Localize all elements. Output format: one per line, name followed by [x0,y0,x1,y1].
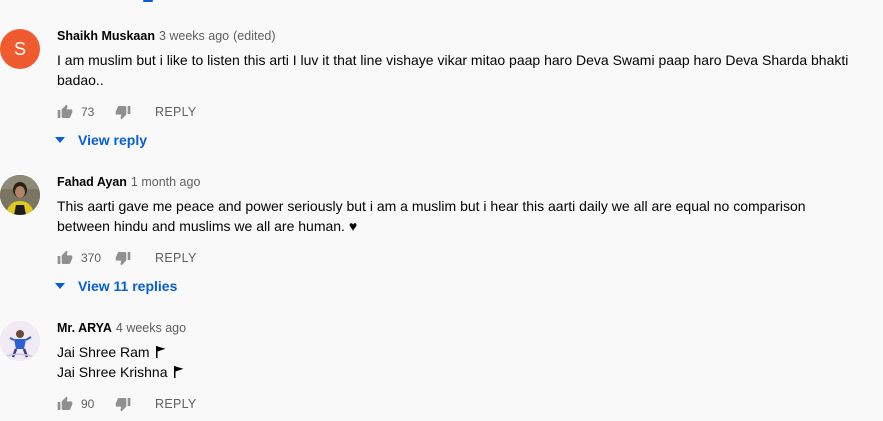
like-count: 90 [81,397,95,411]
comment-author[interactable]: Mr. ARYA [57,321,112,335]
comment-text-line: between hindu and muslims we all are hum… [57,218,358,234]
avatar[interactable] [0,175,40,215]
thumbs-down-icon[interactable] [115,396,131,412]
view-replies-button[interactable]: View reply [55,128,147,152]
comment-text-segment: Jai Shree Krishna [57,364,168,380]
comment-header: Mr. ARYA 4 weeks ago [57,321,877,339]
comment-header: Shaikh Muskaan 3 weeks ago (edited) [57,29,877,47]
caret-down-icon [55,281,65,291]
thumbs-up-icon[interactable] [57,396,73,412]
comment-text-line: I am muslim but i like to listen this ar… [57,52,849,68]
comment-time[interactable]: 4 weeks ago [116,321,186,335]
comment-body: Mr. ARYA 4 weeks ago Jai Shree Ram Jai S… [57,321,877,412]
flag-icon [155,346,166,358]
comment-text-line: This aarti gave me peace and power serio… [57,198,806,214]
reply-button[interactable]: REPLY [155,397,197,411]
comment-time[interactable]: 3 weeks ago [159,29,229,43]
comment-author[interactable]: Fahad Ayan [57,175,127,189]
comment-body: Shaikh Muskaan 3 weeks ago (edited) I am… [55,29,877,148]
caret-down-icon [55,135,65,145]
comment-text: Jai Shree Ram Jai Shree Krishna [57,342,872,382]
comment-time[interactable]: 1 month ago [131,175,201,189]
comment-header: Fahad Ayan 1 month ago [57,175,877,193]
comment-text-line: Jai Shree Krishna [57,362,872,382]
view-replies-label: View 11 replies [78,278,178,294]
comment-text: This aarti gave me peace and power serio… [57,196,872,236]
avatar-letter: S [13,38,26,59]
avatar[interactable]: S [0,29,40,69]
comment-text-segment: Jai Shree Ram [57,344,150,360]
like-count: 73 [81,105,95,119]
flag-icon [173,366,184,378]
comment-text-line: badao.. [57,72,104,88]
comment-edited-label: (edited) [233,29,276,43]
avatar-photo [0,175,40,215]
comment-body: Fahad Ayan 1 month ago This aarti gave m… [55,175,877,294]
reply-button[interactable]: REPLY [155,105,197,119]
comment-text-line: Jai Shree Ram [57,342,872,362]
like-count: 370 [81,251,102,265]
reply-button[interactable]: REPLY [155,251,197,265]
view-replies-label: View reply [78,132,148,148]
avatar[interactable] [0,321,40,361]
thumbs-down-icon[interactable] [115,250,131,266]
comments-section: S Shaikh Muskaan 3 weeks ago (edited) I … [0,0,883,421]
comment-author[interactable]: Shaikh Muskaan [57,29,155,43]
thumbs-down-icon[interactable] [115,104,131,120]
comment-toolbar: 370 REPLY [57,246,197,270]
comment-toolbar: 73 REPLY [57,100,197,124]
thumbs-up-icon[interactable] [57,104,73,120]
view-replies-button[interactable]: View 11 replies [55,274,177,298]
previous-view-replies-remnant [143,0,153,2]
thumbs-up-icon[interactable] [57,250,73,266]
comment-toolbar: 90 REPLY [57,392,197,416]
avatar-photo [0,321,40,361]
comment-text: I am muslim but i like to listen this ar… [57,50,872,90]
